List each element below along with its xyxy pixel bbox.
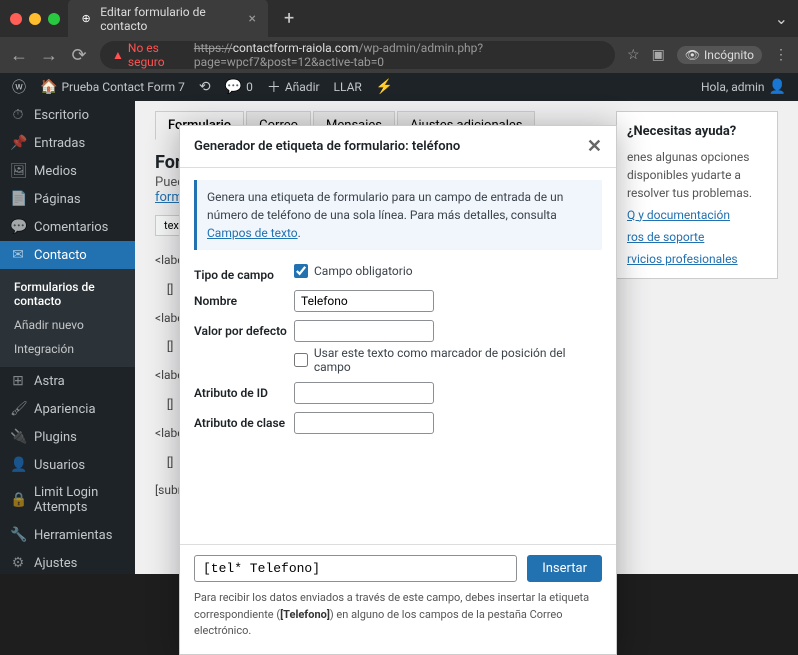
tag-generator-modal: Generador de etiqueta de formulario: tel… — [179, 125, 617, 655]
field-type-label: Tipo de campo — [194, 264, 294, 282]
default-value-input[interactable] — [294, 320, 434, 342]
class-input[interactable] — [294, 412, 434, 434]
required-checkbox[interactable] — [294, 264, 308, 278]
placeholder-label: Usar este texto como marcador de posició… — [314, 346, 602, 374]
modal-overlay: Generador de etiqueta de formulario: tel… — [0, 0, 798, 574]
class-label: Atributo de clase — [194, 412, 294, 430]
modal-title: Generador de etiqueta de formulario: tel… — [194, 139, 460, 154]
required-label: Campo obligatorio — [314, 264, 413, 278]
placeholder-checkbox[interactable] — [294, 353, 308, 367]
required-checkbox-row[interactable]: Campo obligatorio — [294, 264, 602, 278]
modal-header: Generador de etiqueta de formulario: tel… — [180, 126, 616, 168]
modal-close-button[interactable]: ✕ — [587, 136, 602, 157]
generated-tag-input[interactable] — [194, 555, 517, 582]
default-label: Valor por defecto — [194, 320, 294, 338]
id-input[interactable] — [294, 382, 434, 404]
id-label: Atributo de ID — [194, 382, 294, 400]
modal-body: Tipo de campo Campo obligatorio Nombre V… — [180, 260, 616, 544]
name-label: Nombre — [194, 290, 294, 308]
notice-link[interactable]: Campos de texto — [207, 226, 298, 240]
placeholder-checkbox-row[interactable]: Usar este texto como marcador de posició… — [294, 346, 602, 374]
name-input[interactable] — [294, 290, 434, 312]
footer-note: Para recibir los datos enviados a través… — [194, 590, 602, 640]
modal-notice: Genera una etiqueta de formulario para u… — [194, 180, 602, 250]
modal-footer: Insertar Para recibir los datos enviados… — [180, 544, 616, 654]
insert-button[interactable]: Insertar — [527, 555, 602, 582]
footer-tag: [Telefono] — [280, 608, 330, 621]
notice-text: Genera una etiqueta de formulario para u… — [207, 190, 563, 222]
